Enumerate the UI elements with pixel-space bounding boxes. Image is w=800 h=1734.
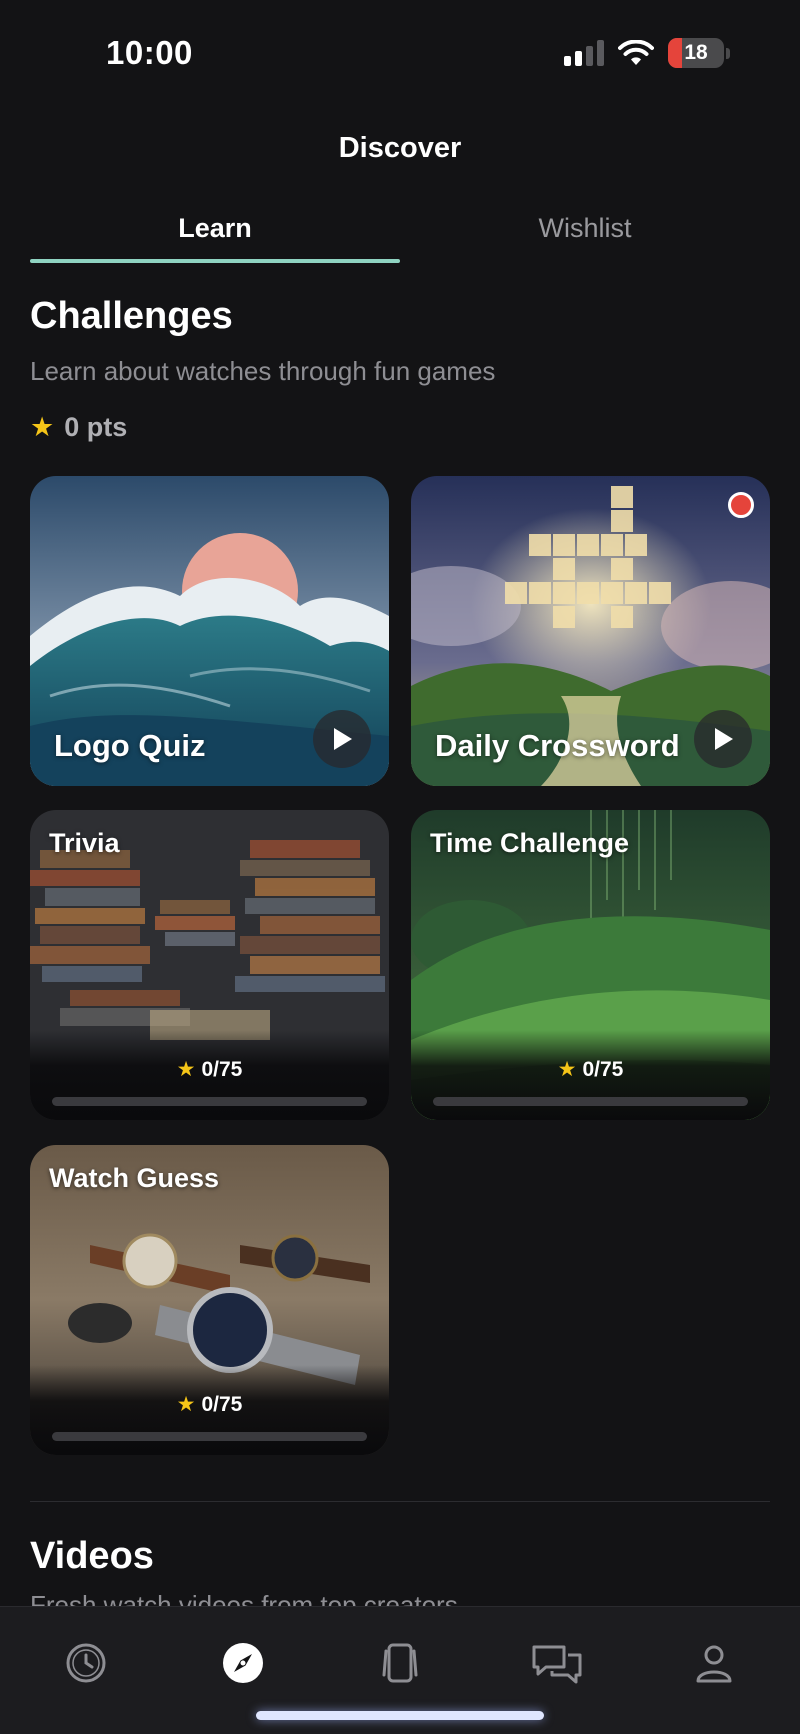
progress-label: ★ 0/75 <box>30 1392 389 1417</box>
cellular-signal-icon <box>564 40 604 66</box>
progress-count: 0/75 <box>582 1057 624 1081</box>
wifi-icon <box>618 39 654 65</box>
card-title: Logo Quiz <box>54 728 206 763</box>
progress-bar <box>433 1097 748 1106</box>
nav-chat[interactable] <box>527 1633 587 1693</box>
card-title: Watch Guess <box>49 1163 220 1193</box>
challenges-subtitle: Learn about watches through fun games <box>30 356 496 386</box>
points-value: 0 pts <box>64 412 128 442</box>
nav-discover[interactable] <box>213 1633 273 1693</box>
nav-collection[interactable] <box>370 1633 430 1693</box>
nav-profile[interactable] <box>684 1633 744 1693</box>
star-icon: ★ <box>557 1058 577 1081</box>
progress-count: 0/75 <box>201 1392 243 1416</box>
videos-title: Videos <box>30 1535 154 1577</box>
progress-count: 0/75 <box>201 1057 243 1081</box>
compass-icon <box>223 1643 263 1683</box>
progress-bar <box>52 1432 367 1441</box>
challenge-card-daily-crossword[interactable]: Daily Crossword <box>411 476 770 786</box>
challenge-card-trivia[interactable]: Trivia ★ 0/75 <box>30 810 389 1120</box>
challenge-card-logo-quiz[interactable]: Logo Quiz <box>30 476 389 786</box>
tab-learn[interactable]: Learn <box>30 205 400 263</box>
section-divider <box>30 1501 770 1502</box>
card-title: Time Challenge <box>430 828 630 858</box>
points-display: ★ 0 pts <box>30 412 127 443</box>
star-icon: ★ <box>30 412 55 442</box>
challenge-card-time-challenge[interactable]: Time Challenge ★ 0/75 <box>411 810 770 1120</box>
notification-dot <box>728 492 754 518</box>
progress-label: ★ 0/75 <box>411 1057 770 1082</box>
chat-icon <box>532 1645 582 1684</box>
challenges-title: Challenges <box>30 295 233 337</box>
progress-bar <box>52 1097 367 1106</box>
play-icon <box>334 728 352 750</box>
card-title: Trivia <box>49 828 120 858</box>
profile-icon <box>696 1645 732 1683</box>
home-indicator[interactable] <box>256 1711 544 1720</box>
tab-wishlist[interactable]: Wishlist <box>400 205 770 263</box>
challenge-card-watch-guess[interactable]: Watch Guess ★ 0/75 <box>30 1145 389 1455</box>
star-icon: ★ <box>176 1393 196 1416</box>
play-icon <box>715 728 733 750</box>
battery-icon: 18 <box>668 38 730 68</box>
play-button[interactable] <box>313 710 371 768</box>
card-title: Daily Crossword <box>435 728 680 763</box>
nav-watch[interactable] <box>56 1633 116 1693</box>
page-title: Discover <box>338 132 462 164</box>
status-icons: 18 <box>564 38 730 68</box>
status-time: 10:00 <box>106 34 193 71</box>
play-button[interactable] <box>694 710 752 768</box>
segmented-tabs: Learn Wishlist <box>30 205 770 263</box>
watch-icon <box>66 1643 106 1683</box>
progress-label: ★ 0/75 <box>30 1057 389 1082</box>
cards-icon <box>382 1643 418 1683</box>
battery-level: 18 <box>684 41 708 64</box>
star-icon: ★ <box>176 1058 196 1081</box>
screen: 10:00 18 Discover Learn Wishlist Challen… <box>0 0 800 1734</box>
status-bar: 10:00 18 <box>0 0 800 110</box>
